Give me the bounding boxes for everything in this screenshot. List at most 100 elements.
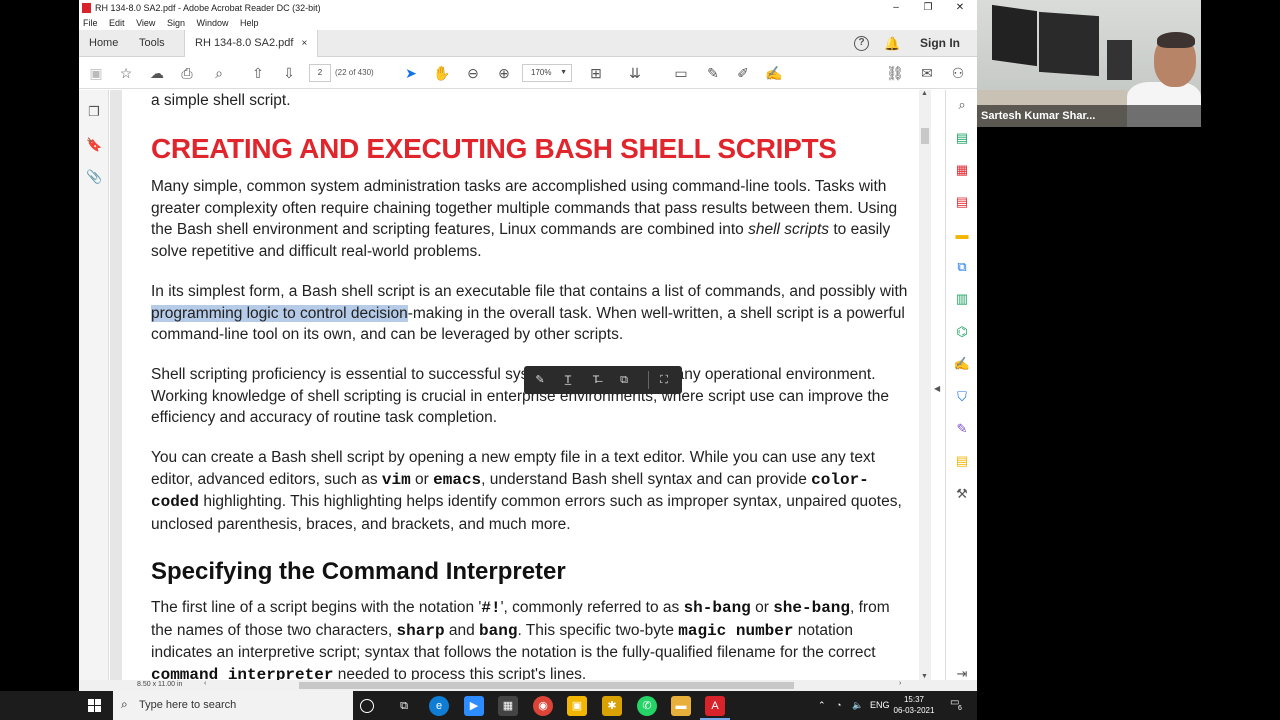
system-clock[interactable]: 15:37 06-03-2021 — [892, 694, 936, 716]
network-icon[interactable]: ◔ — [836, 700, 841, 710]
restore-button[interactable]: ❐ — [913, 0, 943, 16]
tray-chevron-up-icon[interactable]: ⌃ — [818, 700, 826, 711]
page-count: (22 of 430) — [335, 68, 374, 77]
link-icon[interactable]: ⛓ — [885, 63, 905, 83]
search-placeholder: Type here to search — [139, 699, 237, 711]
zoom-app-icon[interactable]: ▶ — [464, 696, 484, 716]
notification-count: 6 — [958, 705, 962, 712]
comment-tool-icon[interactable]: ▬ — [953, 226, 971, 244]
menu-edit[interactable]: Edit — [109, 16, 125, 30]
highlight-pen-icon[interactable]: ✎ — [532, 372, 548, 388]
print-icon[interactable]: ⎙ — [177, 63, 197, 83]
tab-bar: Home Tools RH 134-8.0 SA2.pdf × ? 🔔 Sign … — [79, 30, 977, 58]
draw-icon[interactable]: ✐ — [733, 63, 753, 83]
comment-icon[interactable]: ▭ — [671, 63, 691, 83]
select-cursor-icon[interactable]: ➤ — [401, 63, 421, 83]
paragraph-1: Many simple, common system administratio… — [151, 178, 898, 261]
task-view-icon[interactable]: ⧉ — [394, 696, 414, 716]
zoom-out-icon[interactable]: ⊖ — [463, 63, 483, 83]
menu-help[interactable]: Help — [240, 16, 259, 30]
menu-sign[interactable]: Sign — [167, 16, 185, 30]
email-icon[interactable]: ✉ — [917, 63, 937, 83]
file-explorer-icon[interactable]: ▬ — [671, 696, 691, 716]
tab-close-icon[interactable]: × — [301, 38, 307, 49]
organize-pages-icon[interactable]: ▥ — [953, 290, 971, 308]
sign-in-button[interactable]: Sign In — [920, 30, 960, 57]
document-viewport[interactable]: a simple shell script. CREATING AND EXEC… — [110, 90, 918, 680]
save-icon[interactable]: ▣ — [86, 63, 106, 83]
scroll-right-icon[interactable]: › — [899, 680, 901, 687]
copy-icon[interactable]: ⧉ — [616, 372, 632, 388]
tab-tools[interactable]: Tools — [129, 30, 175, 57]
whatsapp-icon[interactable]: ✆ — [637, 696, 657, 716]
menu-view[interactable]: View — [136, 16, 155, 30]
taskbar-right — [977, 691, 1280, 720]
windows-start-icon[interactable] — [88, 699, 101, 712]
page-number-input[interactable]: 2 — [309, 64, 331, 82]
scrollbar-thumb[interactable] — [921, 128, 929, 144]
export-pdf-icon[interactable]: ▤ — [953, 129, 971, 147]
selected-text-highlight[interactable]: programming logic to control decision — [151, 304, 408, 322]
more-tools-wrench-icon[interactable]: ⚒ — [953, 485, 971, 503]
fill-sign-tool-icon[interactable]: ✍ — [953, 355, 971, 373]
vertical-scrollbar[interactable]: ▲ ▼ — [919, 90, 931, 680]
tab-document[interactable]: RH 134-8.0 SA2.pdf × — [184, 30, 319, 58]
menu-file[interactable]: File — [83, 16, 98, 30]
scroll-mode-icon[interactable]: ⇊ — [625, 63, 645, 83]
combine-files-icon[interactable]: ⧉ — [953, 258, 971, 276]
taskbar-search-box[interactable]: ⌕ Type here to search — [113, 691, 353, 720]
app-gold-icon[interactable]: ✱ — [602, 696, 622, 716]
participant-name: Sartesh Kumar Shar... — [977, 105, 1201, 127]
upload-cloud-icon[interactable]: ☁ — [147, 63, 167, 83]
intro-tail-text: a simple shell script. — [151, 92, 291, 109]
strikethrough-text-icon[interactable]: T̶ — [588, 372, 604, 388]
fill-sign-icon[interactable]: ✍ — [764, 63, 784, 83]
find-zoom-icon[interactable]: ⌕ — [209, 63, 229, 83]
share-user-icon[interactable]: ⚇ — [948, 63, 968, 83]
page-down-icon[interactable]: ⇩ — [279, 63, 299, 83]
volume-icon[interactable]: 🔈 — [852, 700, 863, 711]
protect-shield-icon[interactable]: ⛉ — [953, 388, 971, 406]
help-icon[interactable]: ? — [854, 36, 869, 51]
request-signature-icon[interactable]: ✎ — [953, 420, 971, 438]
minimize-button[interactable]: – — [881, 0, 911, 16]
close-window-button[interactable]: ✕ — [945, 0, 975, 16]
cortana-icon[interactable] — [360, 699, 374, 713]
store-icon[interactable]: ▦ — [498, 696, 518, 716]
language-indicator[interactable]: ENG — [870, 700, 890, 710]
edge-browser-icon[interactable]: e — [429, 696, 449, 716]
scroll-down-icon[interactable]: ▼ — [921, 673, 928, 680]
collapse-right-panel-icon[interactable]: ◀ — [934, 384, 940, 393]
highlight-pen-icon[interactable]: ✎ — [703, 63, 723, 83]
clock-date: 06-03-2021 — [893, 706, 935, 715]
menu-window[interactable]: Window — [196, 16, 228, 30]
menu-bar: File Edit View Sign Window Help — [79, 16, 977, 30]
page-thumbnails-icon[interactable]: ❐ — [86, 104, 102, 122]
search-zoom-icon[interactable]: ⌕ — [953, 96, 971, 114]
create-pdf-icon[interactable]: ▦ — [953, 161, 971, 179]
bookmarks-icon[interactable]: 🔖 — [86, 137, 102, 155]
acrobat-taskbar-icon[interactable]: A — [700, 696, 730, 720]
underline-text-icon[interactable]: T̲ — [560, 372, 576, 388]
page-up-icon[interactable]: ⇧ — [248, 63, 268, 83]
edit-pdf-icon[interactable]: ▤ — [953, 193, 971, 211]
scroll-up-icon[interactable]: ▲ — [921, 90, 928, 97]
scan-ocr-icon[interactable]: ⌬ — [953, 323, 971, 341]
zoom-in-icon[interactable]: ⊕ — [494, 63, 514, 83]
notification-bell-icon[interactable]: 🔔 — [884, 36, 900, 51]
paragraph-5: The first line of a script begins with t… — [151, 599, 890, 680]
tab-home[interactable]: Home — [79, 30, 128, 57]
bookmark-star-icon[interactable]: ☆ — [116, 63, 136, 83]
more-tools-icon[interactable]: ⛶ — [656, 372, 672, 388]
subsection-heading: Specifying the Command Interpreter — [151, 558, 566, 585]
scroll-left-icon[interactable]: ‹ — [204, 680, 206, 687]
page-display-icon[interactable]: ⊞ — [586, 63, 606, 83]
horizontal-scrollbar-thumb[interactable] — [299, 682, 794, 689]
search-icon: ⌕ — [121, 697, 128, 711]
zoom-level-select[interactable]: 170% ▼ — [522, 64, 572, 82]
chrome-icon[interactable]: ◉ — [533, 696, 553, 716]
app-yellow-icon[interactable]: ▣ — [567, 696, 587, 716]
send-for-review-icon[interactable]: ▤ — [953, 452, 971, 470]
attachments-icon[interactable]: 📎 — [86, 169, 102, 187]
hand-tool-icon[interactable]: ✋ — [432, 63, 452, 83]
